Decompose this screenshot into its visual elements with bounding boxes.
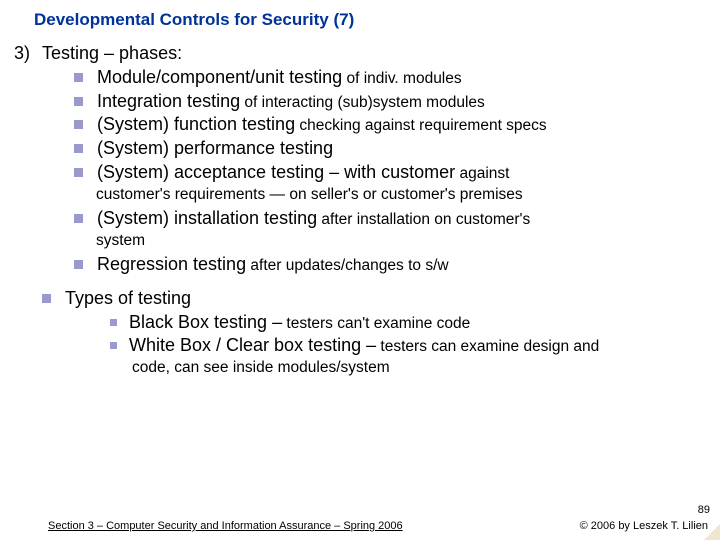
- types-heading: Types of testing: [65, 287, 706, 311]
- bullet-continuation: code, can see inside modules/system: [14, 358, 706, 378]
- page-curl-icon: [704, 524, 720, 540]
- bullet-text: Module/component/unit testing of indiv. …: [97, 66, 706, 90]
- bullet-text: White Box / Clear box testing – testers …: [129, 334, 706, 358]
- square-bullet-icon: [74, 168, 83, 177]
- square-bullet-icon: [74, 120, 83, 129]
- types-heading-row: Types of testing: [14, 287, 706, 311]
- bullet-item: (System) performance testing: [14, 137, 706, 161]
- page-number: 89: [698, 504, 710, 516]
- square-bullet-icon: [74, 214, 83, 223]
- bullet-item: Integration testing of interacting (sub)…: [14, 90, 706, 114]
- square-bullet-icon: [74, 260, 83, 269]
- bullet-text: (System) function testing checking again…: [97, 113, 706, 137]
- bullet-item: White Box / Clear box testing – testers …: [14, 334, 706, 358]
- section-heading: Testing – phases:: [42, 42, 706, 66]
- bullet-item: (System) acceptance testing – with custo…: [14, 161, 706, 185]
- square-bullet-icon: [74, 73, 83, 82]
- bullet-item: Black Box testing – testers can't examin…: [14, 311, 706, 335]
- bullet-item: (System) function testing checking again…: [14, 113, 706, 137]
- section-number: 3): [14, 42, 42, 66]
- bullet-item: Module/component/unit testing of indiv. …: [14, 66, 706, 90]
- footer-right: © 2006 by Leszek T. Lilien: [580, 520, 708, 532]
- bullet-text: (System) installation testing after inst…: [97, 207, 706, 231]
- bullet-text: (System) performance testing: [97, 137, 706, 161]
- square-bullet-icon: [74, 97, 83, 106]
- square-bullet-icon: [74, 144, 83, 153]
- bullet-item: (System) installation testing after inst…: [14, 207, 706, 231]
- bullet-text: Black Box testing – testers can't examin…: [129, 311, 706, 335]
- square-bullet-icon: [110, 319, 117, 326]
- slide-title: Developmental Controls for Security (7): [0, 0, 720, 30]
- square-bullet-icon: [42, 294, 51, 303]
- footer-left: Section 3 – Computer Security and Inform…: [48, 520, 403, 532]
- bullet-text: (System) acceptance testing – with custo…: [97, 161, 706, 185]
- bullet-continuation: system: [14, 231, 706, 251]
- bullet-text: Regression testing after updates/changes…: [97, 253, 706, 277]
- slide-body: 3) Testing – phases: Module/component/un…: [0, 30, 720, 379]
- bullet-text: Integration testing of interacting (sub)…: [97, 90, 706, 114]
- section-heading-row: 3) Testing – phases:: [14, 42, 706, 66]
- footer: Section 3 – Computer Security and Inform…: [0, 520, 720, 532]
- square-bullet-icon: [110, 342, 117, 349]
- bullet-continuation: customer's requirements — on seller's or…: [14, 185, 706, 205]
- bullet-item: Regression testing after updates/changes…: [14, 253, 706, 277]
